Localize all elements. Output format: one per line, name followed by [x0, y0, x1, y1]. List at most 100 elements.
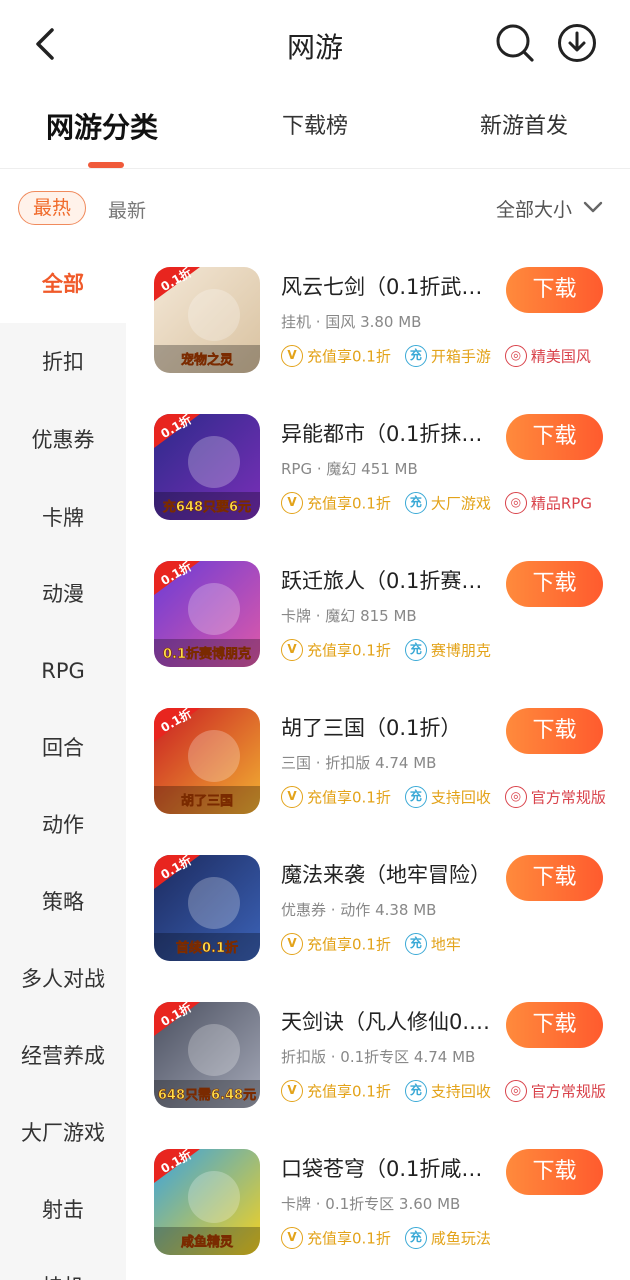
- game-list-item[interactable]: 0.1折 首续0.1折 魔法来袭（地牢冒险） 优惠券 · 动作 4.38 MB V 充值享…: [126, 833, 630, 980]
- game-tag: 充大厂游戏: [404, 492, 491, 514]
- tag-row: V 充值享0.1折充地牢: [281, 933, 630, 959]
- game-cover-image[interactable]: 0.1折 充648只要6元: [154, 414, 260, 520]
- game-title[interactable]: 风云七剑（0.1折武侠）: [281, 271, 501, 301]
- download-icon[interactable]: [556, 22, 598, 64]
- game-title[interactable]: 口袋苍穹（0.1折咸鱼）: [281, 1153, 501, 1183]
- download-button[interactable]: 下载: [506, 561, 603, 607]
- chevron-down-icon[interactable]: [582, 196, 604, 218]
- game-tag: 充地牢: [404, 933, 461, 955]
- recharge-icon: 充: [404, 492, 427, 514]
- tab-online-categories[interactable]: 网游分类: [46, 106, 158, 146]
- sidebar-item-discount[interactable]: 折扣: [0, 323, 126, 401]
- game-meta: 三国 · 折扣版 4.74 MB: [281, 754, 437, 772]
- game-meta: 挂机 · 国风 3.80 MB: [281, 313, 422, 331]
- recharge-icon: 充: [404, 345, 427, 367]
- game-cover-image[interactable]: 0.1折 宠物之灵: [154, 267, 260, 373]
- sidebar-item-card[interactable]: 卡牌: [0, 479, 126, 557]
- game-tag-label: 充值享0.1折: [307, 494, 391, 513]
- game-title[interactable]: 魔法来袭（地牢冒险）: [281, 859, 501, 889]
- game-tag: V 充值享0.1折: [281, 639, 391, 661]
- game-tag-label: 大厂游戏: [430, 494, 491, 513]
- game-tag-label: 充值享0.1折: [307, 641, 391, 660]
- tag-row: V 充值享0.1折充支持回收 ◎ 官方常规版: [281, 1080, 630, 1106]
- game-title[interactable]: 天剑诀（凡人修仙0.1折）: [281, 1006, 501, 1036]
- sidebar-item-all[interactable]: 全部: [0, 245, 126, 323]
- sidebar-item-big-studio[interactable]: 大厂游戏: [0, 1094, 126, 1172]
- tab-new-releases[interactable]: 新游首发: [480, 108, 568, 140]
- featured-icon: ◎: [504, 786, 527, 808]
- download-button[interactable]: 下载: [506, 855, 603, 901]
- filter-bar: 最热 最新 全部大小: [0, 169, 630, 245]
- game-tag-label: 充值享0.1折: [307, 347, 391, 366]
- game-tag-label: 充值享0.1折: [307, 1229, 391, 1248]
- game-tag: V 充值享0.1折: [281, 933, 391, 955]
- sort-hot-chip[interactable]: 最热: [18, 191, 86, 225]
- game-tag: V 充值享0.1折: [281, 1227, 391, 1249]
- tab-download-ranking[interactable]: 下载榜: [282, 108, 348, 140]
- featured-icon: ◎: [504, 492, 527, 514]
- game-tag-label: 充值享0.1折: [307, 788, 391, 807]
- game-cover-image[interactable]: 0.1折 胡了三国: [154, 708, 260, 814]
- game-cover-image[interactable]: 0.1折 首续0.1折: [154, 855, 260, 961]
- vip-icon: V: [281, 933, 303, 955]
- game-tag-label: 精品RPG: [530, 494, 592, 513]
- game-tag-label: 地牢: [430, 935, 461, 954]
- game-list-item[interactable]: 0.1折 充648只要6元 异能都市（0.1折抹杀） RPG · 魔幻 451 MB V…: [126, 392, 630, 539]
- game-meta: RPG · 魔幻 451 MB: [281, 460, 418, 478]
- search-icon[interactable]: [494, 22, 536, 64]
- download-button[interactable]: 下载: [506, 708, 603, 754]
- game-tag-label: 开箱手游: [430, 347, 491, 366]
- recharge-icon: 充: [404, 786, 427, 808]
- game-tag-label: 精美国风: [530, 347, 591, 366]
- game-list-item[interactable]: 0.1折 宠物之灵 风云七剑（0.1折武侠） 挂机 · 国风 3.80 MB V 充值享0…: [126, 245, 630, 392]
- sort-new-chip[interactable]: 最新: [108, 196, 146, 223]
- cover-caption: 咸鱼精灵: [181, 1234, 234, 1250]
- game-list-item[interactable]: 0.1折 咸鱼精灵 口袋苍穹（0.1折咸鱼） 卡牌 · 0.1折专区 3.60 MB V…: [126, 1127, 630, 1274]
- download-button[interactable]: 下载: [506, 1149, 603, 1195]
- game-tag-label: 官方常规版: [530, 1082, 606, 1101]
- cover-caption: 首续0.1折: [176, 940, 238, 956]
- sidebar-item-multiplayer[interactable]: 多人对战: [0, 940, 126, 1018]
- game-tag-label: 支持回收: [430, 788, 491, 807]
- game-list-item[interactable]: 0.1折 648只需6.48元 天剑诀（凡人修仙0.1折） 折扣版 · 0.1折专区 …: [126, 980, 630, 1127]
- game-tag-label: 充值享0.1折: [307, 935, 391, 954]
- sidebar-item-strategy[interactable]: 策略: [0, 863, 126, 941]
- sidebar-item-rpg[interactable]: RPG: [0, 632, 126, 710]
- featured-icon: ◎: [504, 345, 527, 367]
- sidebar-item-shooter[interactable]: 射击: [0, 1171, 126, 1249]
- game-cover-image[interactable]: 0.1折 0.1折赛博朋克: [154, 561, 260, 667]
- game-cover-image[interactable]: 0.1折 咸鱼精灵: [154, 1149, 260, 1255]
- sidebar-item-coupon[interactable]: 优惠券: [0, 401, 126, 479]
- game-title[interactable]: 胡了三国（0.1折）: [281, 712, 501, 742]
- tag-row: V 充值享0.1折充赛博朋克: [281, 639, 630, 665]
- sidebar-item-turn-based[interactable]: 回合: [0, 709, 126, 787]
- game-tag: ◎ 官方常规版: [504, 1080, 606, 1102]
- game-tag: 充咸鱼玩法: [404, 1227, 491, 1249]
- game-tag-label: 咸鱼玩法: [430, 1229, 491, 1248]
- sidebar-item-idle[interactable]: 挂机: [0, 1248, 126, 1280]
- game-tag: V 充值享0.1折: [281, 1080, 391, 1102]
- game-tag: ◎ 官方常规版: [504, 786, 606, 808]
- game-list-item[interactable]: 0.1折 0.1折赛博朋克 跃迁旅人（0.1折赛博） 卡牌 · 魔幻 815 MB V 充…: [126, 539, 630, 686]
- cover-caption: 胡了三国: [181, 793, 233, 809]
- game-tag: 充开箱手游: [404, 345, 491, 367]
- size-filter-dropdown[interactable]: 全部大小: [496, 195, 572, 222]
- download-button[interactable]: 下载: [506, 267, 603, 313]
- game-meta: 优惠券 · 动作 4.38 MB: [281, 901, 437, 919]
- download-button[interactable]: 下载: [506, 1002, 603, 1048]
- game-meta: 折扣版 · 0.1折专区 4.74 MB: [281, 1048, 476, 1066]
- cover-caption: 充648只要6元: [163, 499, 251, 515]
- game-list-item[interactable]: 0.1折 胡了三国 胡了三国（0.1折） 三国 · 折扣版 4.74 MB V 充值享0.…: [126, 686, 630, 833]
- sidebar-item-anime[interactable]: 动漫: [0, 555, 126, 633]
- cover-caption: 0.1折赛博朋克: [163, 646, 251, 662]
- sidebar-item-action[interactable]: 动作: [0, 786, 126, 864]
- top-bar: 网游: [0, 0, 630, 90]
- screen: 网游 网游分类 下载榜 新游首发 最热 最新 全部大小 全部 折扣 优惠券 卡牌…: [0, 0, 630, 1280]
- vip-icon: V: [281, 1080, 303, 1102]
- game-title[interactable]: 异能都市（0.1折抹杀）: [281, 418, 501, 448]
- tab-bar: 网游分类 下载榜 新游首发: [0, 92, 630, 168]
- game-title[interactable]: 跃迁旅人（0.1折赛博）: [281, 565, 501, 595]
- download-button[interactable]: 下载: [506, 414, 603, 460]
- game-cover-image[interactable]: 0.1折 648只需6.48元: [154, 1002, 260, 1108]
- sidebar-item-simulation[interactable]: 经营养成: [0, 1017, 126, 1095]
